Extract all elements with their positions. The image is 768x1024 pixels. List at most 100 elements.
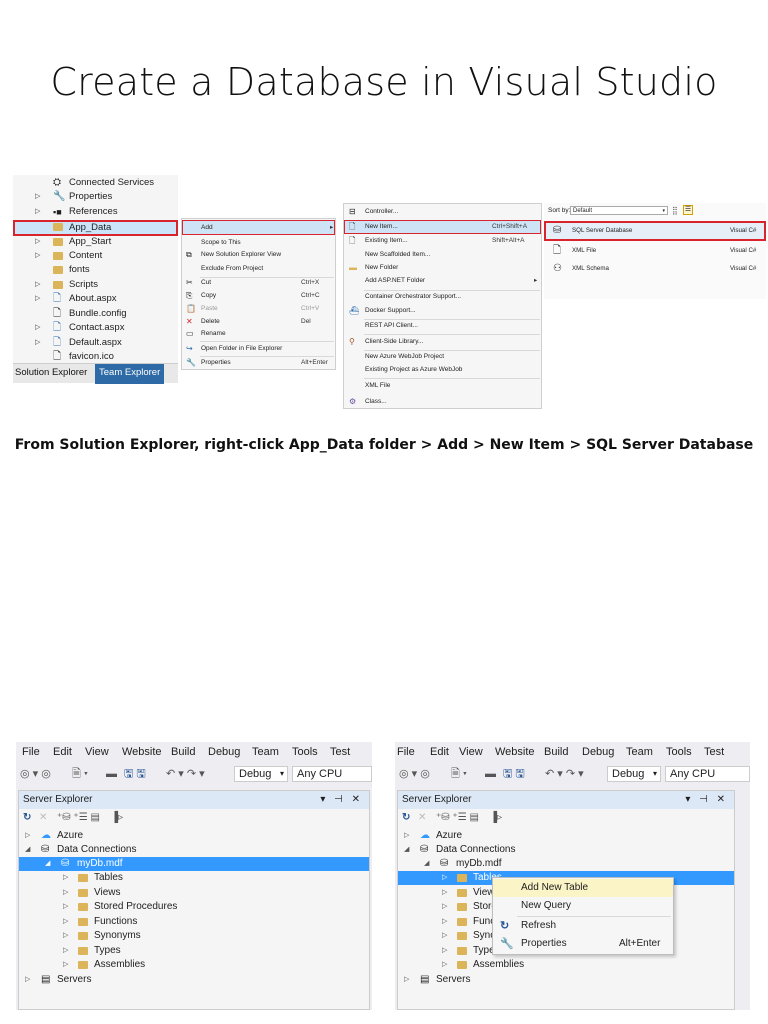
solution-item[interactable]: ▷ ▪■ References	[13, 205, 178, 219]
solution-item[interactable]: ▷ Scripts	[13, 278, 178, 292]
menu-tools[interactable]: Tools	[292, 742, 318, 762]
tree-item[interactable]: ▷ Assemblies	[398, 958, 734, 972]
solution-item[interactable]: ▷ Content	[13, 249, 178, 263]
menu-item-new-item[interactable]: 🗋 New Item... Ctrl+Shift+A	[344, 220, 541, 234]
menu-tools[interactable]: Tools	[666, 742, 692, 762]
template-xml-file[interactable]: 🗋 XML File Visual C#	[544, 241, 766, 261]
tree-item[interactable]: ▷ Tables	[19, 871, 369, 885]
solution-item[interactable]: ⛭ Connected Services	[13, 176, 178, 190]
tree-item[interactable]: ▷ ▤ Servers	[19, 973, 369, 987]
expand-arrow-icon[interactable]: ▷	[63, 958, 68, 972]
menu-website[interactable]: Website	[122, 742, 162, 762]
undo-icon[interactable]: ↶ ▾ ↷ ▾	[545, 764, 584, 784]
tree-item[interactable]: ▷ Functions	[19, 915, 369, 929]
expand-arrow-icon[interactable]: ▷	[404, 973, 409, 987]
tree-item-mydb[interactable]: ◢ ⛁ myDb.mdf	[19, 857, 369, 872]
menu-item-new-folder[interactable]: ▬ New Folder	[344, 261, 541, 275]
menu-file[interactable]: File	[397, 742, 415, 762]
menu-item-properties[interactable]: 🔧 Properties Alt+Enter	[182, 356, 335, 370]
tree-item[interactable]: ▷ Assemblies	[19, 958, 369, 972]
menu-build[interactable]: Build	[544, 742, 568, 762]
tree-item[interactable]: ▷ Stored Procedures	[19, 900, 369, 914]
menu-view[interactable]: View	[85, 742, 109, 762]
menu-item-client-library[interactable]: ⚲ Client-Side Library...	[344, 335, 541, 349]
tree-item-mydb[interactable]: ◢ ⛁ myDb.mdf	[398, 857, 734, 871]
expand-arrow-icon[interactable]: ▷	[404, 829, 409, 843]
list-view-icon[interactable]: ☰	[683, 205, 693, 215]
expand-arrow-icon[interactable]: ▷	[442, 915, 447, 929]
expand-arrow-icon[interactable]: ▷	[442, 871, 447, 885]
back-icon[interactable]: ◎ ▾ ◎	[20, 764, 51, 784]
save-icon[interactable]: 🖫 🖫	[124, 764, 146, 784]
menu-item-new-view[interactable]: ⧉ New Solution Explorer View	[182, 248, 335, 262]
menu-build[interactable]: Build	[171, 742, 195, 762]
expand-arrow-icon[interactable]: ▷	[25, 973, 30, 987]
tree-item[interactable]: ◢ ⛁ Data Connections	[398, 843, 734, 857]
menu-item-copy[interactable]: ⎘ Copy Ctrl+C	[182, 289, 335, 303]
tree-item[interactable]: ▷ ☁ Azure	[19, 829, 369, 843]
template-xml-schema[interactable]: ⚇ XML Schema Visual C#	[544, 259, 766, 279]
open-icon[interactable]: ▬	[485, 764, 496, 784]
menu-item-docker[interactable]: ⛴ Docker Support...	[344, 304, 541, 318]
menu-item-rename[interactable]: ▭ Rename	[182, 327, 335, 341]
collapse-arrow-icon[interactable]: ◢	[424, 857, 429, 871]
grid-view-icon[interactable]: ⣿	[672, 206, 678, 215]
save-icon[interactable]: 🖫 🖫	[503, 764, 525, 784]
collapse-arrow-icon[interactable]: ◢	[25, 843, 30, 857]
menu-item-aspnet-folder[interactable]: Add ASP.NET Folder ▸	[344, 274, 541, 288]
collapse-arrow-icon[interactable]: ◢	[45, 857, 50, 871]
tree-item[interactable]: ▷ ☁ Azure	[398, 829, 734, 843]
expand-arrow-icon[interactable]: ▷	[35, 235, 40, 249]
menu-item-azure-webjob[interactable]: New Azure WebJob Project	[344, 350, 541, 364]
tree-item[interactable]: ▷ Synonyms	[19, 929, 369, 943]
tab-team-explorer[interactable]: Team Explorer	[95, 364, 165, 384]
config-dropdown[interactable]: Debug ▾	[234, 766, 288, 782]
expand-arrow-icon[interactable]: ▷	[35, 205, 40, 219]
menu-item-class[interactable]: ⚙ Class...	[344, 395, 541, 409]
connect-server-icon[interactable]: ▐▹	[490, 809, 502, 827]
menu-test[interactable]: Test	[330, 742, 350, 762]
connect-server-icon[interactable]: ▐▹	[111, 809, 123, 827]
menu-item-existing-webjob[interactable]: Existing Project as Azure WebJob	[344, 363, 541, 377]
tree-item[interactable]: ◢ ⛁ Data Connections	[19, 843, 369, 857]
menu-debug[interactable]: Debug	[582, 742, 614, 762]
menu-item-rest-api[interactable]: REST API Client...	[344, 319, 541, 333]
expand-arrow-icon[interactable]: ▷	[25, 829, 30, 843]
menu-team[interactable]: Team	[626, 742, 653, 762]
expand-arrow-icon[interactable]: ▷	[442, 958, 447, 972]
solution-item[interactable]: ▷ 🗋 Contact.aspx	[13, 321, 178, 335]
pin-close-icon[interactable]: ▾ ⊣ ✕	[320, 791, 363, 809]
expand-arrow-icon[interactable]: ▷	[35, 336, 40, 350]
expand-arrow-icon[interactable]: ▷	[63, 886, 68, 900]
config-dropdown[interactable]: Debug ▾	[607, 766, 661, 782]
menu-item-scaffolded[interactable]: New Scaffolded Item...	[344, 248, 541, 262]
expand-arrow-icon[interactable]: ▷	[63, 900, 68, 914]
expand-arrow-icon[interactable]: ▷	[35, 278, 40, 292]
menu-item-controller[interactable]: ⊟ Controller...	[344, 205, 541, 219]
tree-item[interactable]: ▷ Views	[19, 886, 369, 900]
menu-item-open-folder[interactable]: ↪ Open Folder in File Explorer	[182, 342, 335, 356]
new-project-icon[interactable]: 🗎 ▾	[451, 764, 467, 784]
sort-dropdown[interactable]: Default ▾	[570, 206, 668, 215]
menu-edit[interactable]: Edit	[430, 742, 449, 762]
solution-item-app-data[interactable]: App_Data	[13, 220, 178, 236]
menu-item-add[interactable]: Add ▸	[182, 220, 335, 235]
open-icon[interactable]: ▬	[106, 764, 117, 784]
menu-item-cut[interactable]: ✂ Cut Ctrl+X	[182, 276, 335, 290]
menu-item-paste[interactable]: 📋 Paste Ctrl+V	[182, 302, 335, 316]
refresh-icon[interactable]: ↻	[402, 809, 410, 827]
expand-arrow-icon[interactable]: ▷	[442, 929, 447, 943]
back-icon[interactable]: ◎ ▾ ◎	[399, 764, 430, 784]
menu-item-add-new-table[interactable]: Add New Table	[493, 879, 673, 897]
menu-edit[interactable]: Edit	[53, 742, 72, 762]
menu-item-refresh[interactable]: ↻ Refresh	[493, 917, 673, 935]
tree-item[interactable]: ▷ Types	[19, 944, 369, 958]
new-project-icon[interactable]: 🗎 ▾	[72, 764, 88, 784]
expand-arrow-icon[interactable]: ▷	[63, 944, 68, 958]
expand-arrow-icon[interactable]: ▷	[35, 190, 40, 204]
tree-item[interactable]: ▷ ▤ Servers	[398, 973, 734, 987]
menu-item-existing-item[interactable]: 🗋 Existing Item... Shift+Alt+A	[344, 234, 541, 248]
expand-arrow-icon[interactable]: ▷	[63, 871, 68, 885]
collapse-arrow-icon[interactable]: ◢	[404, 843, 409, 857]
menu-item-new-query[interactable]: New Query	[493, 897, 673, 915]
